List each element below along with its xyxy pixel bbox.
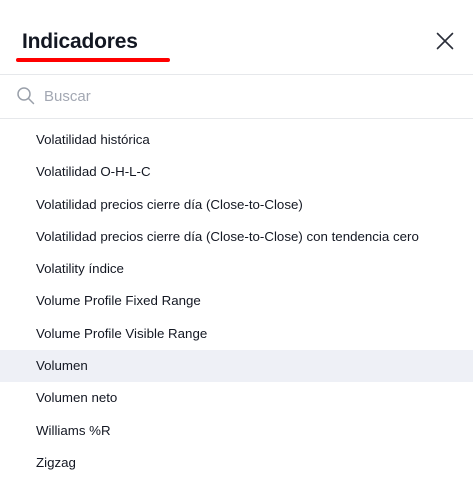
indicator-item[interactable]: Zigzag <box>0 447 473 479</box>
indicator-item[interactable]: Volatilidad O-H-L-C <box>0 156 473 188</box>
search-bar <box>0 75 473 119</box>
search-icon <box>16 86 36 106</box>
indicator-list: Volatilidad histórica Volatilidad O-H-L-C… <box>0 124 473 479</box>
indicators-dialog: Indicadores Volatilidad históricaVolatil… <box>0 0 473 472</box>
indicator-item[interactable]: Volatilidad precios cierre día (Close-to… <box>0 221 473 253</box>
indicator-item[interactable]: Volume Profile Visible Range <box>0 318 473 350</box>
indicator-item[interactable]: Volume Profile Fixed Range <box>0 285 473 317</box>
indicator-item[interactable]: Volatilidad histórica <box>0 124 473 156</box>
dialog-header: Indicadores <box>0 0 473 75</box>
dialog-title: Indicadores <box>22 30 138 53</box>
indicator-item[interactable]: Williams %R <box>0 415 473 447</box>
close-icon <box>436 32 454 50</box>
search-input[interactable] <box>44 83 444 109</box>
title-underline <box>16 58 170 62</box>
indicator-item[interactable]: Volatilidad precios cierre día (Close-to… <box>0 189 473 221</box>
indicator-item[interactable]: Volatility índice <box>0 253 473 285</box>
indicator-item[interactable]: Volumen neto <box>0 382 473 414</box>
close-button[interactable] <box>433 29 457 53</box>
indicator-item[interactable]: Volumen <box>0 350 473 383</box>
